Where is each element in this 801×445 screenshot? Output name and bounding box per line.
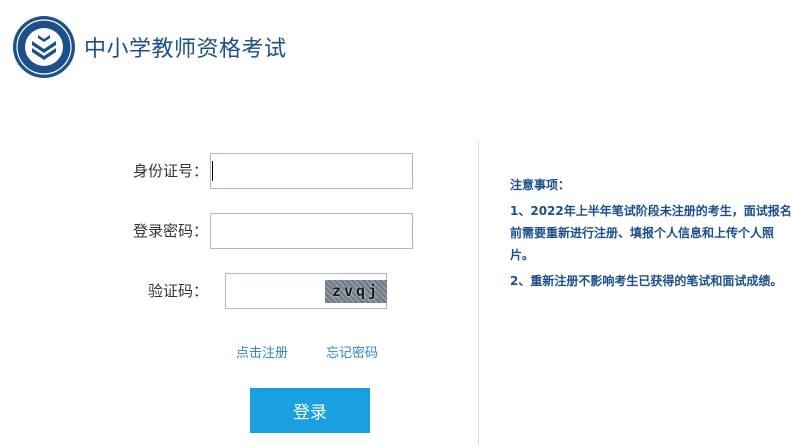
- register-link[interactable]: 点击注册: [236, 345, 288, 363]
- links-row: 点击注册 忘记密码: [0, 345, 478, 365]
- exam-emblem-icon: [12, 15, 76, 79]
- captcha-row: 验证码： zvqj: [0, 273, 478, 309]
- text-cursor: [212, 161, 213, 181]
- id-number-row: 身份证号：: [0, 153, 478, 189]
- site-title: 中小学教师资格考试: [84, 37, 287, 62]
- notice-title: 注意事项：: [510, 178, 571, 192]
- password-label: 登录密码：: [132, 222, 208, 240]
- login-form: 身份证号： 登录密码： 验证码： zvqj 点击注册 忘记密码 登录: [0, 140, 478, 445]
- captcha-image[interactable]: zvqj: [325, 280, 387, 303]
- captcha-text: zvqj: [331, 282, 381, 300]
- id-number-label: 身份证号：: [132, 162, 208, 180]
- captcha-label: 验证码：: [147, 282, 208, 300]
- notice-panel: 注意事项： 1、2022年上半年笔试阶段未注册的考生，面试报名前需要重新进行注册…: [510, 174, 795, 292]
- password-input[interactable]: [210, 213, 413, 249]
- password-row: 登录密码：: [0, 213, 478, 249]
- header: 中小学教师资格考试: [0, 0, 801, 90]
- forgot-password-link[interactable]: 忘记密码: [326, 345, 378, 363]
- id-number-input[interactable]: [210, 153, 413, 189]
- login-button[interactable]: 登录: [250, 388, 370, 433]
- notice-item: 2、重新注册不影响考生已获得的笔试和面试成绩。: [510, 274, 783, 288]
- vertical-divider: [478, 140, 479, 445]
- notice-item: 1、2022年上半年笔试阶段未注册的考生，面试报名前需要重新进行注册、填报个人信…: [510, 204, 792, 262]
